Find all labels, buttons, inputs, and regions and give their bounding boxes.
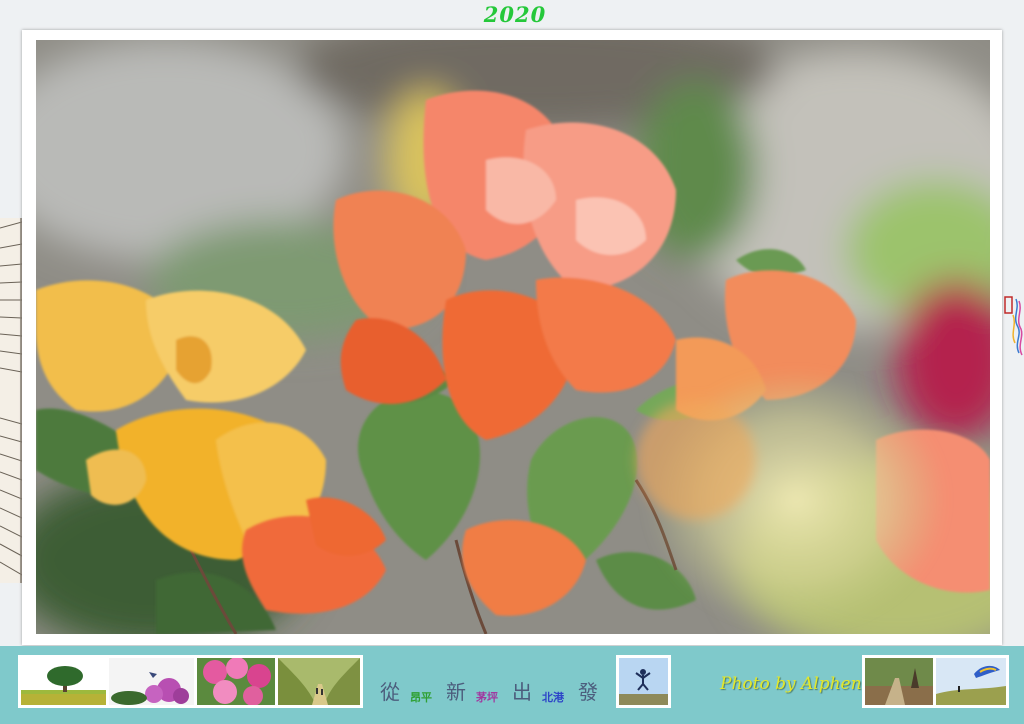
thumbnail-single: [616, 655, 671, 708]
slogan-place-3: 北港: [542, 691, 564, 704]
slogan-text: 從 昂平 新 茅坪 出 北港 發: [380, 676, 608, 705]
slogan-place-2: 茅坪: [476, 691, 498, 704]
book-page-edges: [0, 218, 22, 583]
thumbnail-jumping-person[interactable]: [619, 658, 668, 705]
thumbnail-bamboo-path[interactable]: [278, 658, 360, 705]
slogan-char-4: 發: [578, 680, 598, 704]
flower-photo: [36, 40, 990, 634]
slogan-char-2: 新: [446, 680, 466, 704]
thumbnail-paraglider[interactable]: [936, 658, 1006, 705]
thumbnail-strip-left: [18, 655, 363, 708]
slogan-place-1: 昂平: [410, 691, 432, 704]
slogan-char-1: 從: [380, 680, 400, 704]
slogan-char-3: 出: [512, 680, 532, 704]
thumbnail-tree-hill[interactable]: [21, 658, 106, 705]
footer-bar: 從 昂平 新 茅坪 出 北港 發 Photo by Alphen: [0, 646, 1024, 724]
thumbnail-forest-trail[interactable]: [865, 658, 933, 705]
year-title: 2020: [483, 2, 547, 27]
thumbnail-pink-flowers[interactable]: [197, 658, 275, 705]
photo-credit: Photo by Alphen: [720, 674, 862, 694]
photo-frame: [22, 30, 1002, 645]
thumbnail-bird-flowers[interactable]: [109, 658, 194, 705]
thumbnail-strip-right: [862, 655, 1009, 708]
artist-seal-stamp: [1004, 295, 1024, 357]
